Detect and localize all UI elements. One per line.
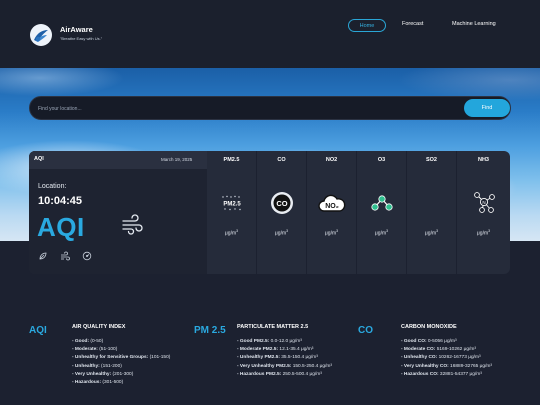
pollutant-column-nh3: NH3 N μg/m3: [457, 151, 510, 274]
list-item: - Unhealthy: (151-200): [72, 363, 122, 369]
list-item: - Hazardous CO: 32881-54377 μg/m³: [401, 371, 482, 377]
brand-tagline: "Breathe Easy with Us.": [60, 36, 103, 41]
current-date: March 19, 2025: [161, 157, 193, 162]
info-co-abbr: CO: [358, 325, 373, 336]
list-item: - Very Unhealthy PM2.5: 150.5-250.4 μg/m…: [237, 363, 333, 369]
aqi-value-label: AQI: [37, 212, 85, 242]
info-aqi-title: AIR QUALITY INDEX: [72, 324, 126, 330]
top-header: AirAware "Breathe Easy with Us." Home Fo…: [0, 0, 540, 68]
list-item: - Moderate PM2.5: 12.1-35.4 μg/m³: [237, 347, 314, 353]
list-item: - Hazardous: (301-500): [72, 380, 124, 386]
leaf-icon: [39, 252, 47, 260]
info-pm25-list: - Good PM2.5: 0.0-12.0 μg/m³ - Moderate …: [237, 338, 349, 379]
list-item: - Good CO: 0-5056 μg/m³: [401, 339, 457, 344]
wind-icon: [122, 214, 143, 235]
so2-icon: [407, 189, 456, 217]
pollutant-column-no2: NO2 NO₂ μg/m3: [307, 151, 356, 274]
brand-name: AirAware: [60, 25, 93, 34]
pollutant-unit: μg/m3: [274, 229, 289, 237]
co-icon: CO: [257, 189, 306, 217]
info-co-title: CARBON MONOXIDE: [401, 324, 457, 330]
info-co-list: - Good CO: 0-5056 μg/m³ - Moderate CO: 5…: [401, 338, 531, 379]
pollutant-unit: μg/m3: [476, 229, 491, 237]
list-item: - Unhealthy for Sensitive Groups: (101-1…: [72, 355, 171, 361]
list-item: - Unhealthy PM2.5: 35.5-150.4 μg/m³: [237, 355, 318, 361]
pollutant-column-so2: SO2 μg/m3: [407, 151, 456, 274]
list-item: - Unhealthy CO: 10262-16773 μg/m³: [401, 355, 481, 361]
aqi-card-header: AQI March 19, 2025: [29, 151, 207, 169]
svg-text:NO₂: NO₂: [325, 203, 339, 210]
info-pm25-title: PARTICULATE MATTER 2.5: [237, 324, 309, 330]
list-item: - Very Unhealthy CO: 16889-32765 μg/m³: [401, 363, 493, 369]
logo-icon: [30, 24, 52, 46]
location-search-input[interactable]: [38, 103, 438, 115]
pollutant-unit: μg/m3: [324, 229, 339, 237]
list-item: - Moderate CO: 5169-10262 μg/m³: [401, 347, 477, 353]
pollutant-column-o3: O3 μg/m3: [357, 151, 406, 274]
cloud-wind-icon: [61, 251, 70, 261]
pollutant-name: O3: [377, 157, 386, 163]
o3-icon: [357, 189, 406, 217]
svg-text:PM2.5: PM2.5: [223, 202, 241, 208]
location-label: Location:: [38, 183, 67, 190]
info-aqi-list: - Good: (0-50) - Moderate: (51-100) - Un…: [72, 338, 190, 387]
pollutant-name: SO2: [425, 157, 437, 163]
no2-icon: NO₂: [307, 189, 356, 217]
list-item: - Good PM2.5: 0.0-12.0 μg/m³: [237, 339, 302, 344]
nav-machine-learning-link[interactable]: Machine Learning: [452, 21, 496, 27]
pollutant-name: CO: [277, 157, 286, 163]
pm25-icon: PM2.5: [207, 189, 256, 217]
nav-forecast-link[interactable]: Forecast: [402, 21, 423, 27]
pollutant-name: PM2.5: [223, 157, 240, 163]
list-item: - Moderate: (51-100): [72, 347, 118, 353]
pollutant-column-pm25: PM2.5 PM2.5 μg/m3: [207, 151, 256, 274]
list-item: - Very Unhealthy: (201-300): [72, 371, 134, 377]
nh3-icon: N: [457, 189, 510, 217]
pollutant-unit: μg/m3: [224, 229, 239, 237]
pollutant-name: NO2: [325, 157, 338, 163]
aqi-header-label: AQI: [34, 156, 44, 162]
nav-home-button[interactable]: Home: [348, 19, 386, 32]
info-pm25-abbr: PM 2.5: [194, 325, 226, 336]
pollutant-unit: μg/m3: [374, 229, 389, 237]
find-button[interactable]: Find: [464, 99, 510, 117]
pollutant-unit: μg/m3: [424, 229, 439, 237]
aqi-card: AQI March 19, 2025 Location: 10:04:45 AQ…: [29, 151, 207, 274]
air-quality-panel: AQI March 19, 2025 Location: 10:04:45 AQ…: [29, 151, 510, 274]
list-item: - Good: (0-50): [72, 339, 104, 344]
gauge-icon: [82, 251, 92, 261]
current-time: 10:04:45: [38, 195, 83, 207]
list-item: - Hazardous PM2.5: 250.5-500.4 μg/m³: [237, 371, 322, 377]
svg-text:N: N: [482, 200, 485, 205]
info-aqi-abbr: AQI: [29, 325, 47, 336]
pollutant-name: NH3: [477, 157, 489, 163]
pollutant-column-co: CO CO μg/m3: [257, 151, 306, 274]
search-bar: Find: [29, 96, 511, 120]
svg-text:CO: CO: [276, 199, 287, 208]
